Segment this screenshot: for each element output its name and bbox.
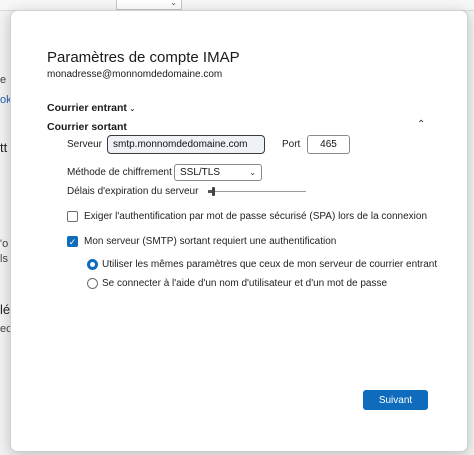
spa-label: Exiger l'authentification par mot de pas… [84, 211, 428, 222]
use-same-settings-radio[interactable] [87, 259, 98, 270]
spa-checkbox[interactable] [67, 211, 78, 222]
account-email: monadresse@monnomdedomaine.com [47, 69, 223, 80]
timeout-label: Délais d'expiration du serveur [67, 186, 199, 197]
encryption-select[interactable]: SSL/TLS ⌄ [174, 164, 262, 181]
dialog-title: Paramètres de compte IMAP [47, 49, 240, 66]
incoming-mail-toggle[interactable]: Courrier entrant ⌄ [47, 102, 136, 114]
encryption-value: SSL/TLS [180, 167, 221, 178]
port-label: Port [282, 139, 301, 150]
use-same-settings-label: Utiliser les mêmes paramètres que ceux d… [102, 259, 438, 270]
encryption-label: Méthode de chiffrement [67, 167, 172, 178]
background-heading-fragment: tt [0, 140, 8, 155]
background-text-fragment: ls [0, 253, 8, 265]
server-label: Serveur [67, 139, 103, 150]
outgoing-mail-toggle[interactable]: Courrier sortant [47, 121, 127, 133]
port-input[interactable] [307, 135, 350, 154]
login-credentials-radio[interactable] [87, 278, 98, 289]
incoming-mail-label: Courrier entrant [47, 102, 127, 114]
background-heading-fragment: lé [0, 302, 10, 317]
chevron-down-icon: ⌄ [170, 0, 177, 7]
next-button[interactable]: Suivant [363, 390, 428, 410]
smtp-auth-label: Mon serveur (SMTP) sortant requiert une … [84, 236, 337, 247]
chevron-down-icon: ⌄ [128, 104, 136, 113]
background-text-fragment: 'o [0, 238, 9, 250]
background-text-fragment: e [0, 74, 7, 86]
smtp-auth-checkbox[interactable]: ✓ [67, 236, 78, 247]
imap-settings-dialog: Paramètres de compte IMAP monadresse@mon… [10, 10, 468, 452]
background-dropdown[interactable]: ⌄ [116, 0, 182, 10]
background-link-fragment[interactable]: ok [0, 94, 10, 106]
timeout-slider-thumb[interactable] [211, 187, 215, 196]
chevron-down-icon: ⌄ [249, 168, 256, 177]
timeout-slider-track[interactable] [210, 191, 306, 192]
login-credentials-label: Se connecter à l'aide d'un nom d'utilisa… [102, 278, 388, 289]
background-text-fragment: ec [0, 323, 10, 335]
outgoing-mail-label: Courrier sortant [47, 121, 127, 133]
chevron-up-icon[interactable]: ⌃ [417, 119, 425, 130]
server-input[interactable] [107, 135, 265, 154]
